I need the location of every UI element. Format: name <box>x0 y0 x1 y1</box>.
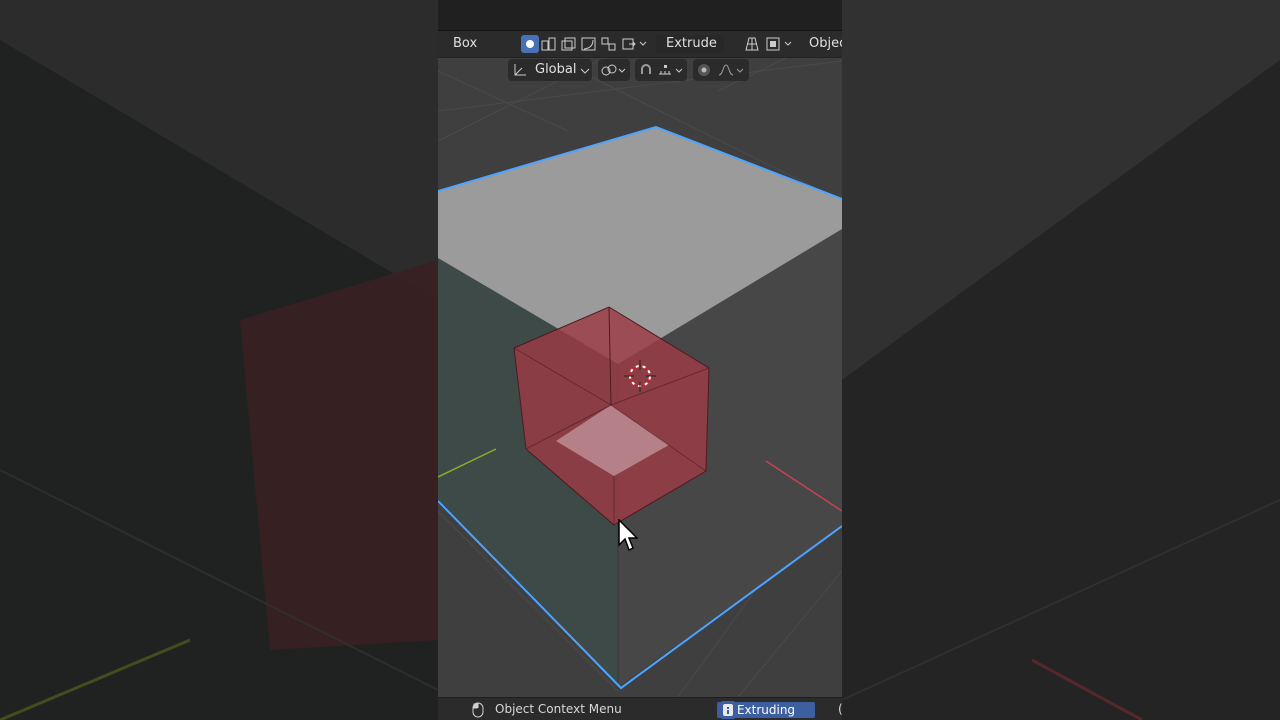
transform-orientation-icon <box>510 61 528 79</box>
blurred-background-left <box>0 0 438 720</box>
falloff-icon[interactable] <box>717 61 747 79</box>
subtract-selection-icon[interactable] <box>560 35 578 53</box>
operation-field[interactable]: Extrude <box>656 35 724 53</box>
blender-window: Box Extrude Objec <box>438 0 842 720</box>
new-selection-icon[interactable] <box>521 35 539 53</box>
blurred-background-right <box>842 0 1280 720</box>
tool-settings-header: Box Extrude Objec <box>438 31 842 58</box>
intersect-selection-icon[interactable] <box>600 35 618 53</box>
viewport-overlay-icon[interactable] <box>765 35 795 53</box>
operation-label: Extrude <box>666 36 717 51</box>
proportional-edit-icon[interactable] <box>695 61 713 79</box>
3d-viewport[interactable] <box>438 31 842 697</box>
extend-selection-icon[interactable] <box>540 35 558 53</box>
transform-orientation-label: Global <box>535 62 577 77</box>
transform-header: Global <box>438 57 842 83</box>
window-title-strip <box>438 0 842 31</box>
mouse-icon <box>472 702 484 718</box>
info-icon[interactable] <box>720 701 736 719</box>
status-overflow: ( <box>838 698 842 720</box>
pivot-point-icon <box>600 61 628 79</box>
mesh-select-icon[interactable] <box>743 35 761 53</box>
snap-target-icon[interactable] <box>657 61 687 79</box>
object-menu[interactable]: Objec <box>809 31 842 57</box>
mouse-cursor-icon <box>618 519 638 552</box>
status-bar: Object Context Menu Extruding ( <box>438 697 842 720</box>
invert-selection-icon[interactable] <box>580 35 598 53</box>
tool-mode-label[interactable]: Box <box>453 31 477 57</box>
context-menu-hint: Object Context Menu <box>495 702 622 716</box>
operation-options-icon[interactable] <box>622 35 648 53</box>
chevron-down-icon <box>580 68 590 74</box>
snap-icon[interactable] <box>637 61 655 79</box>
